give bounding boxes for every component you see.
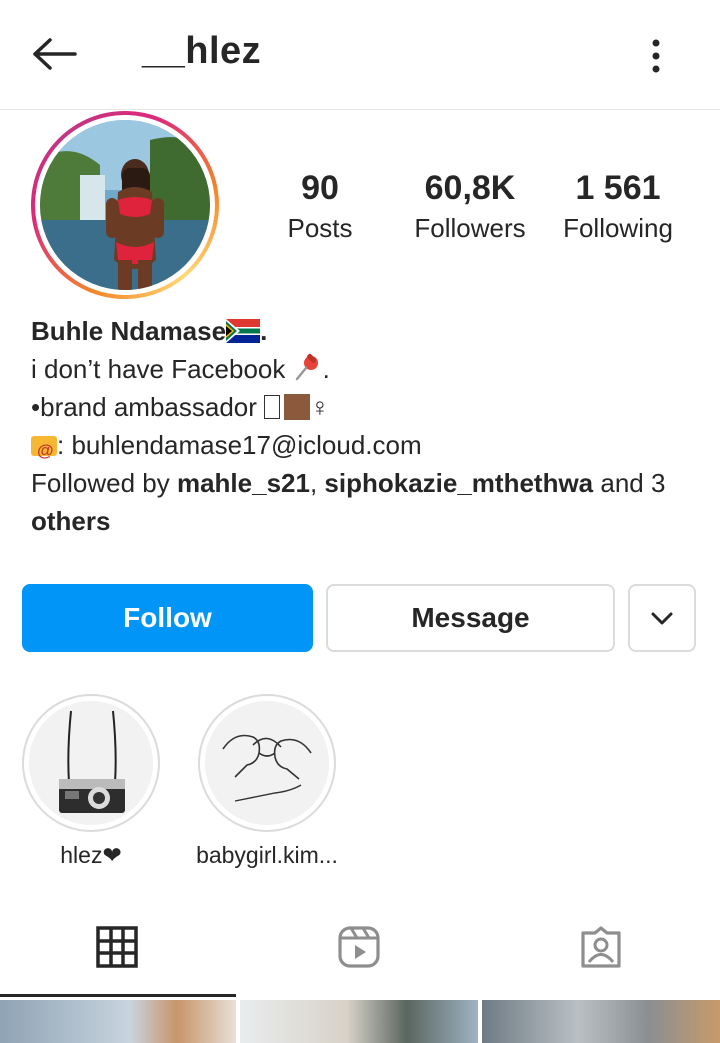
followed-by-separator: ,: [309, 468, 325, 498]
profile-bio: Buhle Ndamase. i don’t have Facebook . •…: [31, 312, 691, 540]
email-icon: [31, 432, 57, 470]
profile-username: __hlez: [142, 30, 262, 72]
grid-icon: [96, 925, 138, 973]
posts-label: Posts: [287, 213, 353, 243]
back-arrow-icon[interactable]: [28, 30, 80, 78]
mutual-others[interactable]: others: [31, 506, 110, 536]
tagged-tab[interactable]: [578, 925, 624, 974]
camera-highlight-cover: [29, 701, 153, 825]
tagged-icon: [579, 925, 623, 974]
followed-by-prefix: Followed by: [31, 468, 177, 498]
posts-stat[interactable]: 90 Posts: [270, 168, 370, 246]
followers-label: Followers: [414, 213, 526, 243]
followed-by-line[interactable]: Followed by mahle_s21, siphokazie_mtheth…: [31, 464, 691, 540]
following-label: Following: [563, 213, 673, 243]
email-link[interactable]: buhlendamase17@icloud.com: [71, 430, 421, 460]
email-prefix: :: [57, 430, 72, 460]
bio-line1-suffix: .: [322, 354, 330, 384]
highlight-item[interactable]: babygirl.kim...: [196, 694, 338, 869]
name-suffix: .: [260, 316, 268, 346]
highlight-label: hlez❤: [60, 842, 122, 868]
chevron-down-icon: [650, 602, 674, 634]
following-count: 1 561: [575, 169, 661, 207]
mutual-follower-2[interactable]: siphokazie_mthethwa: [324, 468, 593, 498]
highlight-item[interactable]: hlez❤: [22, 694, 160, 869]
reels-tab[interactable]: [336, 925, 382, 974]
bio-line-facebook: i don’t have Facebook .: [31, 350, 691, 388]
highlight-label: babygirl.kim...: [196, 842, 338, 868]
more-options-icon[interactable]: [636, 32, 676, 80]
follow-button[interactable]: Follow: [22, 584, 313, 652]
best-friends-highlight-cover: [205, 701, 329, 825]
brown-square-icon: [284, 394, 311, 420]
bio-line2-text: •brand ambassador: [31, 392, 265, 422]
pushpin-icon: [293, 352, 323, 382]
reels-icon: [337, 925, 381, 974]
message-button[interactable]: Message: [326, 584, 615, 652]
followed-by-and: and 3: [593, 468, 666, 498]
south-africa-flag-icon: [226, 315, 261, 343]
bio-line-email: : buhlendamase17@icloud.com: [31, 426, 691, 470]
mutual-follower-1[interactable]: mahle_s21: [177, 468, 310, 498]
bio-line1-text: i don’t have Facebook: [31, 354, 293, 384]
followers-stat[interactable]: 60,8K Followers: [400, 168, 540, 246]
bio-line-ambassador: •brand ambassador ♀: [31, 388, 691, 426]
female-sign: ♀: [310, 392, 330, 422]
post-thumbnail[interactable]: [0, 1000, 236, 1043]
full-name: Buhle Ndamase: [31, 316, 227, 346]
profile-avatar[interactable]: [40, 120, 210, 290]
followers-count: 60,8K: [424, 169, 516, 207]
posts-grid-tab[interactable]: [94, 925, 140, 973]
profile-header: __hlez: [0, 0, 720, 110]
posts-count: 90: [301, 169, 339, 207]
story-ring[interactable]: [31, 111, 219, 299]
bio-name-line: Buhle Ndamase.: [31, 312, 691, 350]
missing-glyph-icon: [264, 395, 281, 419]
post-thumbnail[interactable]: [240, 1000, 478, 1043]
following-stat[interactable]: 1 561 Following: [553, 168, 683, 246]
post-thumbnail[interactable]: [482, 1000, 720, 1043]
suggested-accounts-button[interactable]: [628, 584, 696, 652]
active-tab-indicator: [0, 994, 236, 997]
